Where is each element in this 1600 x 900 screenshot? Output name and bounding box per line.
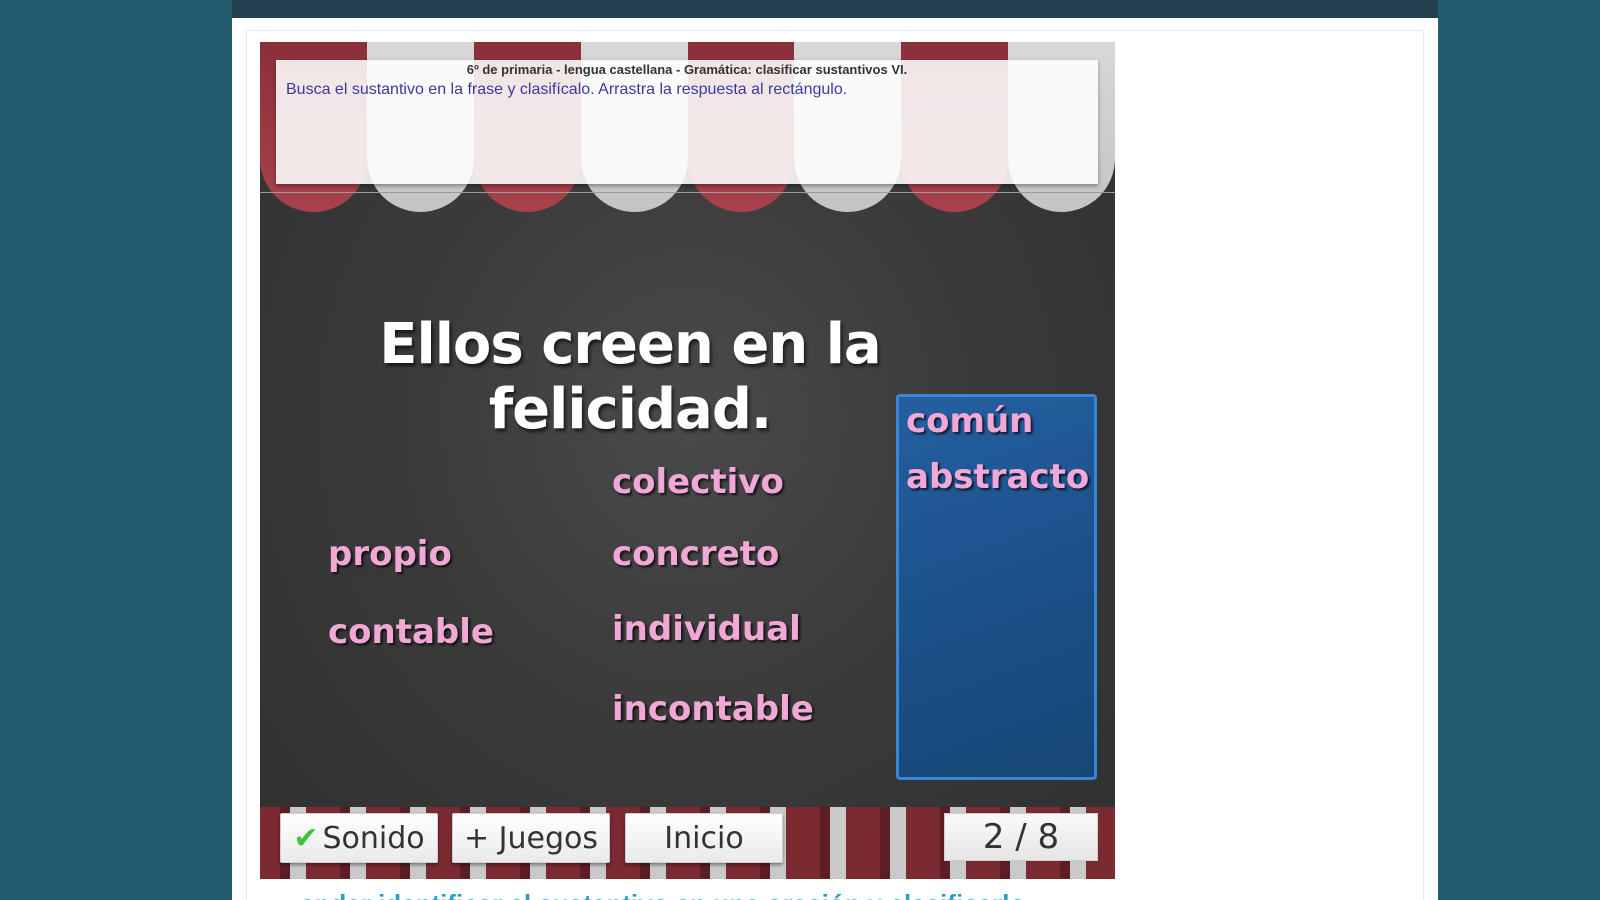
sound-button[interactable]: ✔ Sonido	[280, 813, 438, 863]
page-heading-partial: ender identificar el sustantivo en una o…	[300, 884, 1080, 900]
option-contable[interactable]: contable	[328, 612, 494, 652]
option-incontable[interactable]: incontable	[612, 689, 814, 729]
option-colectivo[interactable]: colectivo	[612, 462, 784, 502]
sound-button-label: Sonido	[322, 820, 425, 856]
game-header: 6º de primaria - lengua castellana - Gra…	[466, 62, 908, 77]
top-bar	[232, 0, 1438, 18]
option-individual[interactable]: individual	[612, 609, 801, 649]
progress-counter: 2 / 8	[944, 813, 1098, 861]
bottom-toolbar: ✔ Sonido + Juegos Inicio 2 / 8	[260, 807, 1115, 879]
instruction-text: Busca el sustantivo en la frase y clasif…	[286, 81, 848, 98]
game-frame[interactable]: 6º de primaria - lengua castellana - Gra…	[260, 42, 1115, 879]
instructions-panel: 6º de primaria - lengua castellana - Gra…	[276, 60, 1098, 184]
more-games-label: + Juegos	[463, 820, 599, 856]
home-button[interactable]: Inicio	[625, 813, 783, 863]
dropped-answer-comun[interactable]: común	[906, 401, 1033, 441]
sentence: Ellos creen en la felicidad.	[379, 312, 881, 442]
option-propio[interactable]: propio	[328, 534, 452, 574]
home-button-label: Inicio	[664, 820, 744, 856]
answer-dropzone[interactable]: común abstracto	[896, 394, 1097, 780]
option-concreto[interactable]: concreto	[612, 534, 779, 574]
checkmark-icon: ✔	[293, 820, 319, 856]
dropped-answer-abstracto[interactable]: abstracto	[906, 457, 1089, 497]
more-games-button[interactable]: + Juegos	[452, 813, 610, 863]
